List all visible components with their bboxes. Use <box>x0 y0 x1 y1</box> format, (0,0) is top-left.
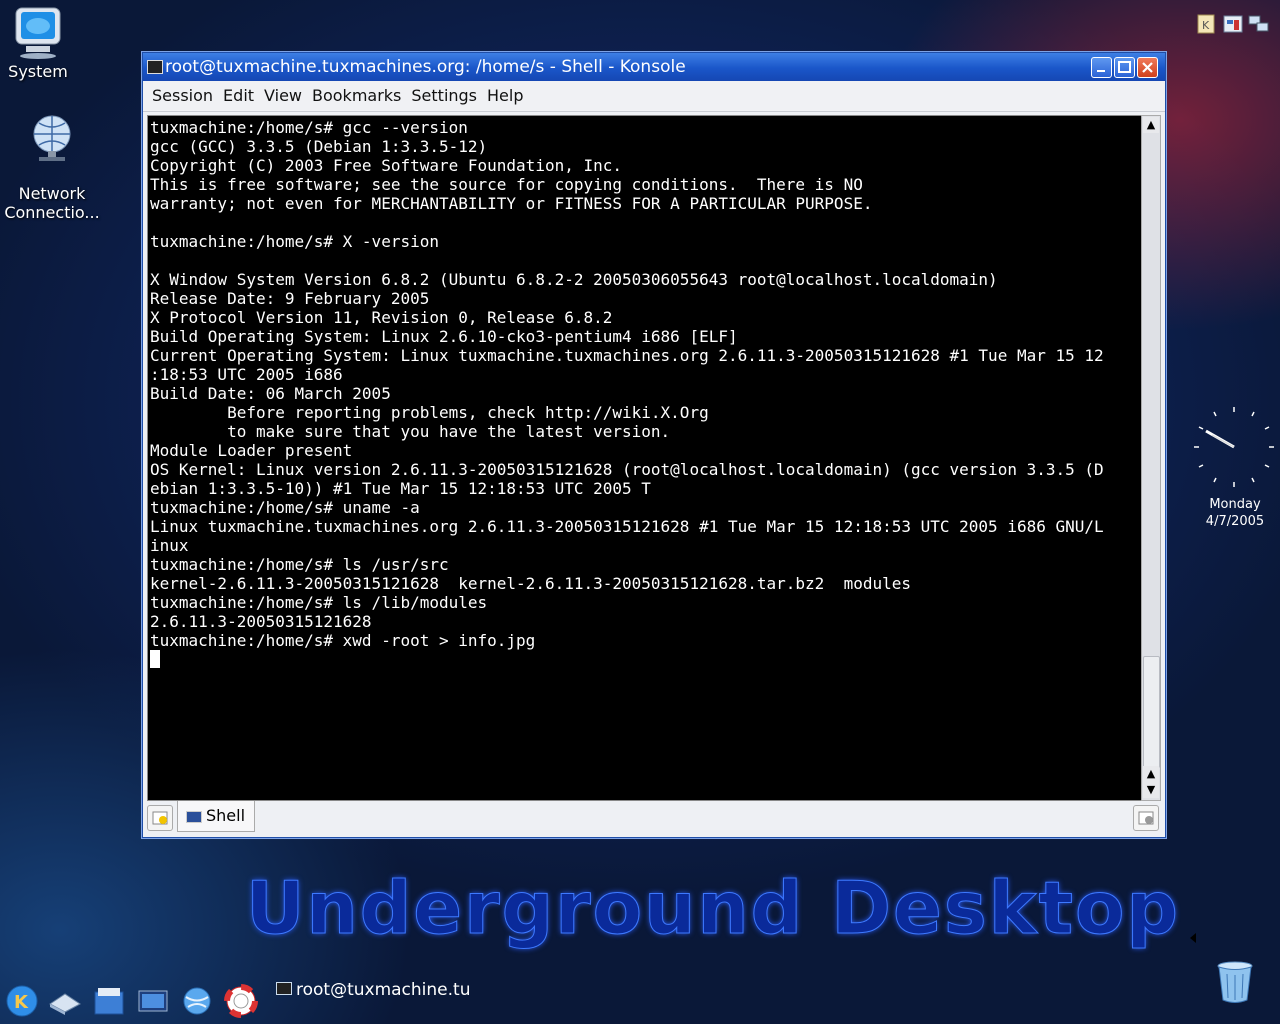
network-globe-icon <box>33 115 71 161</box>
kde-tray-icon[interactable]: K <box>1196 14 1218 34</box>
minimize-button[interactable] <box>1091 57 1112 78</box>
close-button[interactable] <box>1137 57 1158 78</box>
scroll-up-button[interactable]: ▲ <box>1143 117 1159 133</box>
terminal-output: tuxmachine:/home/s# gcc --version gcc (G… <box>150 118 1104 650</box>
menu-edit[interactable]: Edit <box>218 86 259 105</box>
network-tray-icon[interactable] <box>1248 14 1270 34</box>
scroll-up-button-bottom[interactable]: ▲ <box>1143 766 1159 782</box>
window-titlebar[interactable]: root@tuxmachine.tuxmachines.org: /home/s… <box>143 53 1165 81</box>
menu-help[interactable]: Help <box>482 86 528 105</box>
desktop-icon-network[interactable]: Network Connectio... <box>4 94 100 222</box>
tab-shell[interactable]: Shell <box>177 801 255 832</box>
new-session-icon <box>152 811 168 825</box>
konsole-icon[interactable] <box>136 984 170 1018</box>
maximize-button[interactable] <box>1114 57 1135 78</box>
computer-icon <box>15 7 61 59</box>
task-label: root@tuxmachine.tu <box>296 980 471 1000</box>
menu-settings[interactable]: Settings <box>406 86 482 105</box>
close-session-button[interactable] <box>1133 805 1159 831</box>
panel-arrow-icon[interactable] <box>1188 932 1198 944</box>
desktop-icon-system[interactable]: System <box>0 6 86 81</box>
taskbar-task-konsole[interactable]: root@tuxmachine.tu <box>276 978 472 1002</box>
konsole-app-icon[interactable] <box>147 60 163 74</box>
window-title: root@tuxmachine.tuxmachines.org: /home/s… <box>165 57 686 77</box>
konqueror-icon[interactable] <box>92 984 126 1018</box>
new-session-button[interactable] <box>147 805 173 831</box>
konsole-window[interactable]: root@tuxmachine.tuxmachines.org: /home/s… <box>142 52 1166 838</box>
minimize-icon <box>1097 70 1105 72</box>
svg-text:K: K <box>1202 19 1210 32</box>
home-folder-icon[interactable] <box>48 984 82 1018</box>
vertical-scrollbar[interactable]: ▲ ▲ ▼ <box>1141 115 1161 801</box>
terminal-task-icon <box>276 981 292 995</box>
scroll-down-button[interactable]: ▼ <box>1143 782 1159 798</box>
clipboard-tray-icon[interactable] <box>1222 14 1244 34</box>
desktop-icon-label: Network Connectio... <box>4 184 100 222</box>
tab-label: Shell <box>206 806 246 825</box>
desktop-branding-text: Underground Desktop <box>246 866 1180 951</box>
clock-date: 4/7/2005 <box>1205 514 1265 529</box>
scrollbar-thumb[interactable] <box>1143 656 1160 768</box>
terminal-icon <box>186 811 202 823</box>
clock-day: Monday <box>1209 497 1261 512</box>
web-browser-icon[interactable] <box>180 984 214 1018</box>
close-session-icon <box>1138 811 1154 825</box>
analog-clock[interactable] <box>1192 405 1276 489</box>
menu-view[interactable]: View <box>259 86 307 105</box>
clock-date-label: Monday 4/7/2005 <box>1190 496 1280 530</box>
desktop-icon-label: System <box>8 62 68 81</box>
close-icon <box>1142 62 1153 73</box>
kmenu-icon[interactable]: K <box>5 984 39 1018</box>
menu-bar: Session Edit View Bookmarks Settings Help <box>143 81 1165 112</box>
session-tab-bar: Shell <box>143 801 1163 835</box>
menu-bookmarks[interactable]: Bookmarks <box>307 86 406 105</box>
svg-text:K: K <box>14 992 29 1013</box>
terminal-area[interactable]: tuxmachine:/home/s# gcc --version gcc (G… <box>147 115 1142 801</box>
menu-session[interactable]: Session <box>147 86 218 105</box>
text-cursor <box>150 650 160 668</box>
maximize-icon <box>1118 61 1131 73</box>
trash-icon[interactable] <box>1216 960 1254 1004</box>
help-icon[interactable] <box>224 984 258 1018</box>
